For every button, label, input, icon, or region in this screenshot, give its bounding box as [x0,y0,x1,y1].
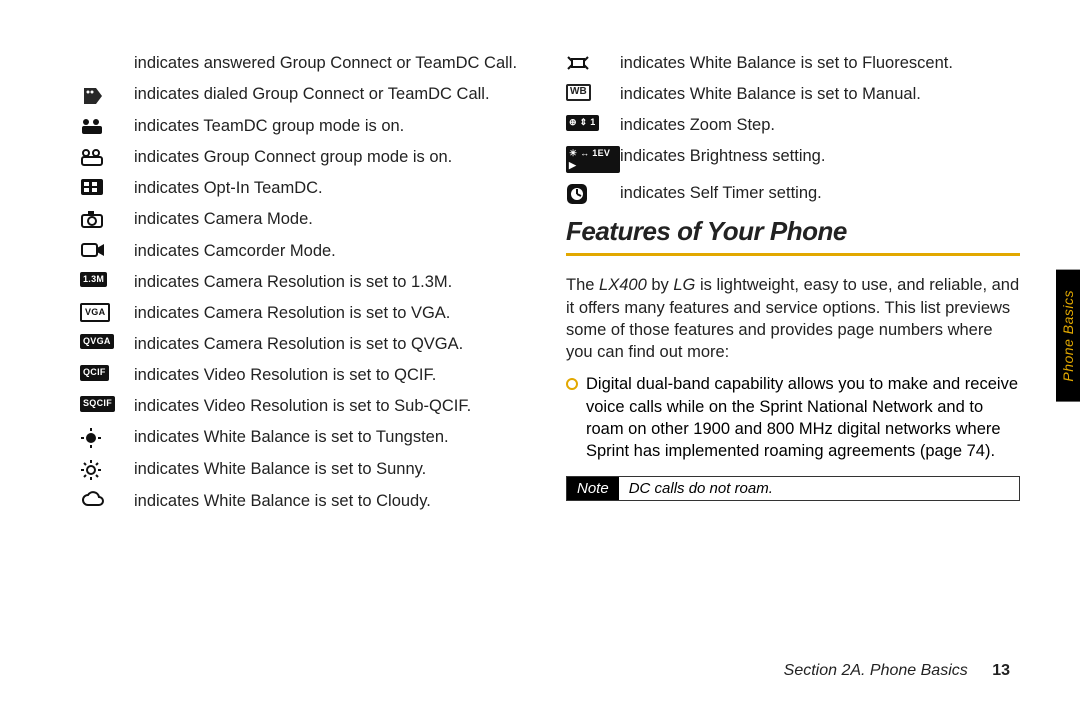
wb-manual-icon: WB [566,84,620,101]
icon-definition-row: 1.3Mindicates Camera Resolution is set t… [80,267,534,298]
page-content: indicates answered Group Connect or Team… [0,0,1080,537]
right-column: indicates White Balance is set to Fluore… [566,48,1020,517]
icon-definition-row: QCIFindicates Video Resolution is set to… [80,360,534,391]
res-vga-icon: VGA [80,303,134,323]
wb-fluorescent-text: indicates White Balance is set to Fluore… [620,53,1020,74]
wb-fluorescent-icon [566,53,620,73]
wb-manual-text: indicates White Balance is set to Manual… [620,84,1020,105]
optin-teamdc-icon [80,178,134,196]
icon-definition-row: indicates Group Connect group mode is on… [80,142,534,173]
icon-definition-row: indicates White Balance is set to Fluore… [566,48,1020,79]
icon-definition-row: indicates Camcorder Mode. [80,236,534,267]
left-column: indicates answered Group Connect or Team… [80,48,534,517]
footer-section: Section 2A. Phone Basics [784,662,968,679]
res-qvga-text: indicates Camera Resolution is set to QV… [134,334,534,355]
brand-name: LG [673,276,695,294]
groupconnect-on-text: indicates Group Connect group mode is on… [134,147,534,168]
note-label: Note [567,477,619,500]
camcorder-mode-icon [80,241,134,259]
camera-mode-text: indicates Camera Mode. [134,209,534,230]
icon-definition-row: WBindicates White Balance is set to Manu… [566,79,1020,110]
wb-tungsten-icon [80,427,134,449]
note-body: DC calls do not roam. [619,477,783,500]
intro-paragraph: The LX400 by LG is lightweight, easy to … [566,274,1020,363]
bullet-icon [566,378,578,390]
page-footer: Section 2A. Phone Basics 13 [784,662,1010,680]
icon-definition-row: indicates answered Group Connect or Team… [80,48,534,79]
icon-definition-row: indicates Opt-In TeamDC. [80,173,534,204]
icon-definition-row: VGAindicates Camera Resolution is set to… [80,298,534,329]
note-box: Note DC calls do not roam. [566,476,1020,501]
vidres-qcif-text: indicates Video Resolution is set to QCI… [134,365,534,386]
zoom-step-text: indicates Zoom Step. [620,115,1020,136]
wb-sunny-icon [80,459,134,481]
wb-cloudy-text: indicates White Balance is set to Cloudy… [134,491,534,512]
groupconnect-on-icon [80,147,134,167]
feature-bullet: Digital dual-band capability allows you … [566,373,1020,462]
vidres-subqcif-text: indicates Video Resolution is set to Sub… [134,396,534,417]
res-qvga-icon: QVGA [80,334,134,350]
vidres-subqcif-icon: SQCIF [80,396,134,412]
icon-definition-row: SQCIFindicates Video Resolution is set t… [80,391,534,422]
res-1-3m-text: indicates Camera Resolution is set to 1.… [134,272,534,293]
teamdc-group-on-icon [80,116,134,136]
res-1-3m-icon: 1.3M [80,272,134,288]
dialed-groupcall-icon [80,84,134,106]
teamdc-group-on-text: indicates TeamDC group mode is on. [134,116,534,137]
section-heading: Features of Your Phone [566,216,1020,256]
icon-definition-row: indicates White Balance is set to Tungst… [80,422,534,454]
zoom-step-icon: ⊕ ⇕ 1 [566,115,620,131]
wb-sunny-text: indicates White Balance is set to Sunny. [134,459,534,480]
icon-definition-row: indicates Self Timer setting. [566,178,1020,210]
res-vga-text: indicates Camera Resolution is set to VG… [134,303,534,324]
icon-definition-row: indicates White Balance is set to Cloudy… [80,486,534,517]
bullet-text: Digital dual-band capability allows you … [586,373,1020,462]
icon-definition-row: ☀ ↔ 1EV ▶indicates Brightness setting. [566,141,1020,178]
camcorder-mode-text: indicates Camcorder Mode. [134,241,534,262]
answered-groupcall-text: indicates answered Group Connect or Team… [134,53,534,74]
intro-pre: The [566,276,599,294]
optin-teamdc-text: indicates Opt-In TeamDC. [134,178,534,199]
vidres-qcif-icon: QCIF [80,365,134,381]
self-timer-text: indicates Self Timer setting. [620,183,1020,204]
wb-tungsten-text: indicates White Balance is set to Tungst… [134,427,534,448]
icon-definition-row: indicates White Balance is set to Sunny. [80,454,534,486]
self-timer-icon [566,183,620,205]
brightness-text: indicates Brightness setting. [620,146,1020,167]
side-tab: Phone Basics [1056,270,1080,402]
intro-mid: by [647,276,674,294]
dialed-groupcall-text: indicates dialed Group Connect or TeamDC… [134,84,534,105]
icon-definition-row: indicates dialed Group Connect or TeamDC… [80,79,534,111]
icon-definition-row: ⊕ ⇕ 1indicates Zoom Step. [566,110,1020,141]
icon-definition-row: indicates Camera Mode. [80,204,534,235]
camera-mode-icon [80,209,134,229]
brightness-icon: ☀ ↔ 1EV ▶ [566,146,620,173]
footer-page: 13 [992,662,1010,679]
icon-definition-row: indicates TeamDC group mode is on. [80,111,534,142]
product-name: LX400 [599,276,647,294]
icon-definition-row: QVGAindicates Camera Resolution is set t… [80,329,534,360]
wb-cloudy-icon [80,491,134,509]
